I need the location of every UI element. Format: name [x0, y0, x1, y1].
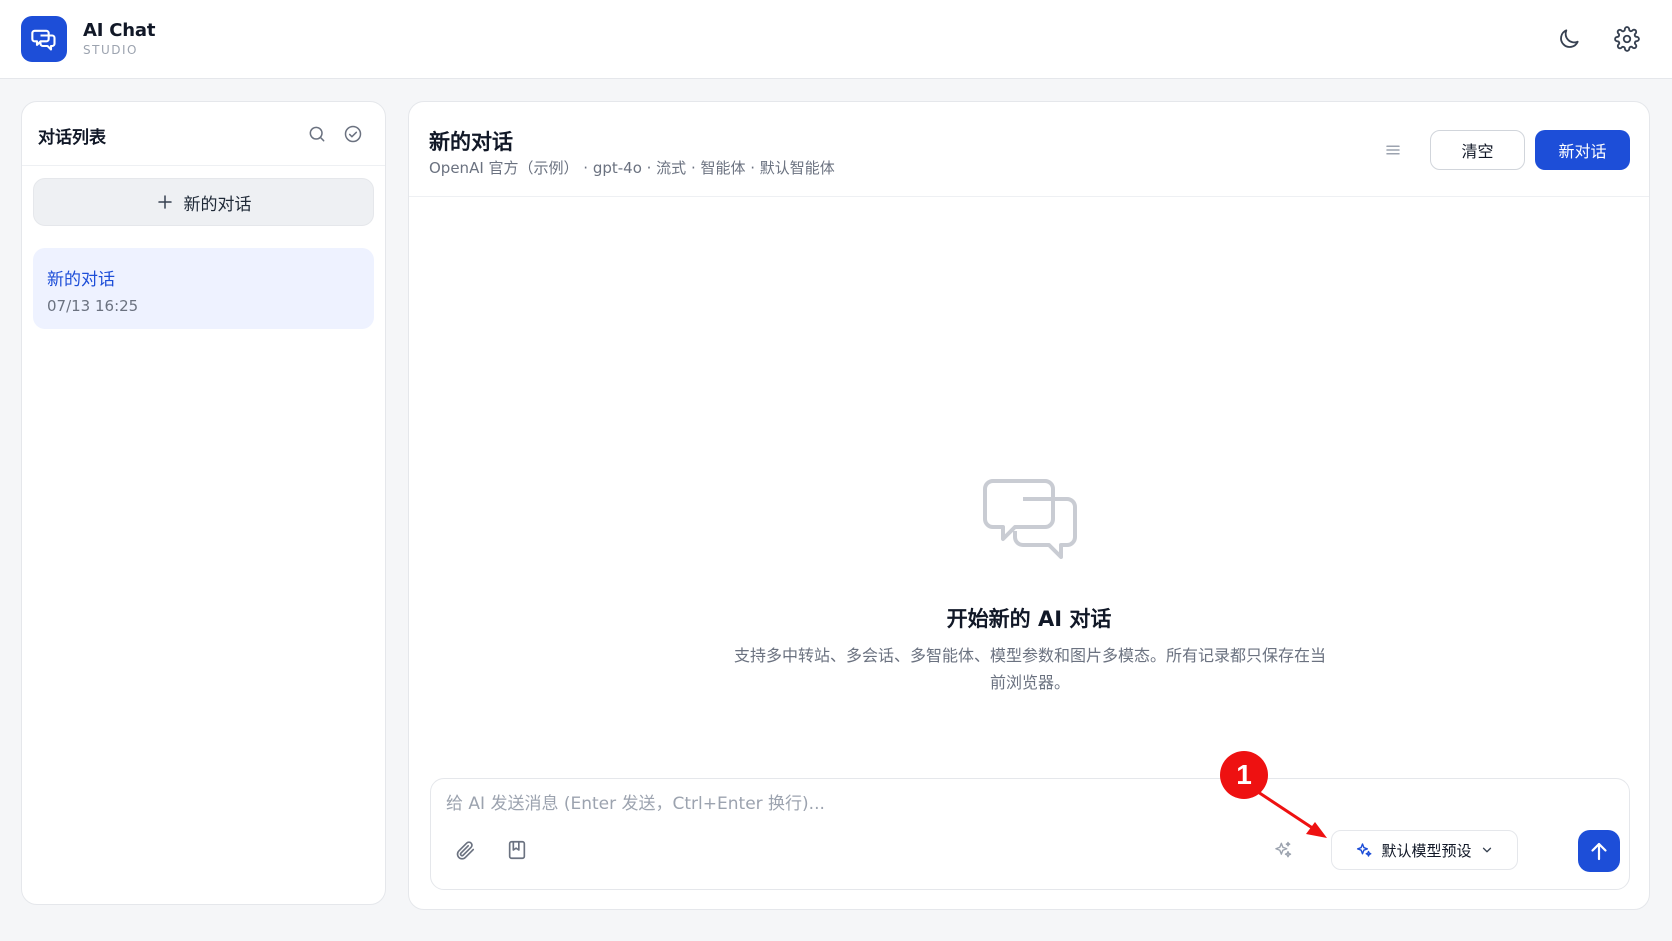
sidebar-title: 对话列表: [38, 128, 106, 148]
conversation-title: 新的对话: [47, 270, 115, 290]
conversation-item[interactable]: 新的对话 07/13 16:25: [33, 248, 374, 329]
plus-icon: [157, 195, 172, 209]
search-conversations-button[interactable]: [304, 121, 330, 147]
bookmark-icon: [508, 840, 526, 860]
message-composer: 默认模型预设: [430, 778, 1630, 890]
select-conversations-button[interactable]: [340, 121, 366, 147]
empty-state-title: 开始新的 AI 对话: [946, 607, 1112, 631]
app-logo: [21, 16, 67, 62]
annotation-badge: 1: [1220, 751, 1268, 799]
chat-bubbles-icon: [983, 479, 1077, 559]
theme-toggle-button[interactable]: [1554, 24, 1584, 54]
sparkles-icon: [1357, 843, 1372, 857]
conversation-sidebar: 对话列表 新的对话 新的对话 07/13 16:25: [21, 101, 386, 905]
sidebar-header: 对话列表: [22, 102, 385, 166]
prompt-library-button[interactable]: [500, 833, 534, 867]
gear-icon: [1614, 26, 1640, 52]
top-bar: AI Chat STUDIO: [0, 0, 1672, 79]
empty-state-description: 支持多中转站、多会话、多智能体、模型参数和图片多模态。所有记录都只保存在当前浏览…: [733, 646, 1326, 692]
chat-meta: OpenAI 官方（示例） · gpt-4o · 流式 · 智能体 · 默认智能…: [429, 159, 835, 177]
chat-panel: 新的对话 OpenAI 官方（示例） · gpt-4o · 流式 · 智能体 ·…: [408, 101, 1650, 910]
clear-button[interactable]: 清空: [1430, 130, 1525, 170]
send-arrow-icon: [1591, 842, 1607, 861]
sparkles-icon: [1275, 841, 1292, 858]
chat-bubbles-icon: [31, 29, 56, 51]
moon-icon: [1560, 29, 1579, 48]
new-chat-button[interactable]: 新对话: [1535, 130, 1630, 170]
new-conversation-label: 新的对话: [183, 194, 252, 215]
paperclip-icon: [456, 841, 475, 860]
app-title: AI Chat: [83, 20, 156, 41]
settings-button[interactable]: [1612, 24, 1642, 54]
ai-enhance-button[interactable]: [1266, 833, 1300, 867]
chevron-down-icon: [1482, 847, 1491, 853]
model-preset-label: 默认模型预设: [1381, 841, 1472, 860]
search-icon: [309, 126, 325, 142]
message-input[interactable]: [446, 787, 1446, 821]
chat-header: 新的对话 OpenAI 官方（示例） · gpt-4o · 流式 · 智能体 ·…: [409, 102, 1649, 197]
new-conversation-button[interactable]: 新的对话: [33, 178, 374, 226]
empty-state: 开始新的 AI 对话 支持多中转站、多会话、多智能体、模型参数和图片多模态。所有…: [409, 197, 1649, 757]
check-circle-icon: [344, 125, 362, 143]
sliders-icon: [1386, 145, 1400, 155]
send-button[interactable]: [1578, 830, 1620, 872]
model-preset-dropdown[interactable]: 默认模型预设: [1331, 830, 1518, 870]
app-subtitle: STUDIO: [83, 43, 138, 57]
conversation-time: 07/13 16:25: [47, 297, 139, 315]
chat-title: 新的对话: [429, 130, 513, 154]
chat-settings-button[interactable]: [1376, 133, 1410, 167]
attach-file-button[interactable]: [448, 833, 482, 867]
